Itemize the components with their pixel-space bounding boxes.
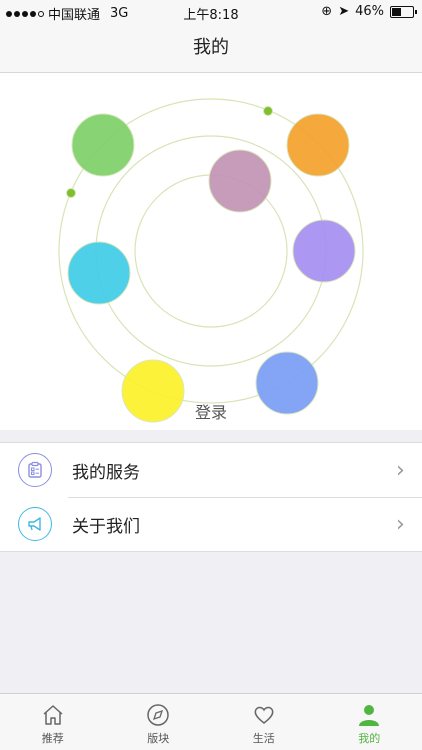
status-right: ⊕ ➤ 46% — [321, 4, 417, 19]
tab-recommend[interactable]: 推荐 — [0, 694, 106, 750]
bubble-orange[interactable] — [286, 113, 350, 177]
tab-label: 推荐 — [41, 732, 64, 745]
home-icon — [43, 705, 63, 725]
chevron-right-icon: › — [396, 511, 405, 537]
tab-life[interactable]: 生活 — [211, 694, 317, 750]
orbit-graphic — [58, 98, 364, 423]
person-icon — [359, 705, 380, 726]
login-button[interactable]: 登录 — [0, 399, 422, 423]
battery-icon — [390, 5, 417, 18]
location-arrow-icon: ➤ — [338, 4, 350, 19]
profile-hero: 登录 — [0, 73, 422, 430]
bubble-green[interactable] — [71, 113, 135, 177]
menu-item-label: 我的服务 — [72, 462, 140, 483]
tab-label: 版块 — [147, 732, 170, 745]
status-bar: 中国联通 3G 上午8:18 ⊕ ➤ 46% — [0, 0, 422, 24]
nav-bar: 我的 — [0, 24, 422, 73]
tab-sections[interactable]: 版块 — [106, 694, 212, 750]
chevron-right-icon: › — [396, 457, 405, 483]
megaphone-icon — [18, 507, 52, 541]
menu-item-label: 关于我们 — [72, 516, 140, 537]
tab-label: 生活 — [252, 732, 275, 745]
clipboard-icon — [18, 453, 52, 487]
battery-percent: 46% — [355, 4, 384, 19]
menu-list: 我的服务 › 关于我们 › — [0, 442, 422, 552]
bubble-mauve[interactable] — [208, 149, 272, 213]
tab-bar: 推荐 版块 生活 我的 — [0, 693, 422, 750]
orbit-dot — [263, 106, 273, 116]
tab-label: 我的 — [358, 732, 381, 745]
bubble-purple[interactable] — [292, 219, 356, 283]
tab-mine[interactable]: 我的 — [317, 694, 422, 750]
orbit-dot — [66, 188, 76, 198]
compass-icon — [147, 704, 169, 726]
rotation-lock-icon: ⊕ — [321, 4, 333, 19]
page-title: 我的 — [193, 37, 229, 58]
heart-icon — [254, 706, 274, 724]
menu-item-about-us[interactable]: 关于我们 › — [0, 497, 422, 551]
bubble-cyan[interactable] — [67, 241, 131, 305]
menu-item-my-services[interactable]: 我的服务 › — [0, 443, 422, 497]
